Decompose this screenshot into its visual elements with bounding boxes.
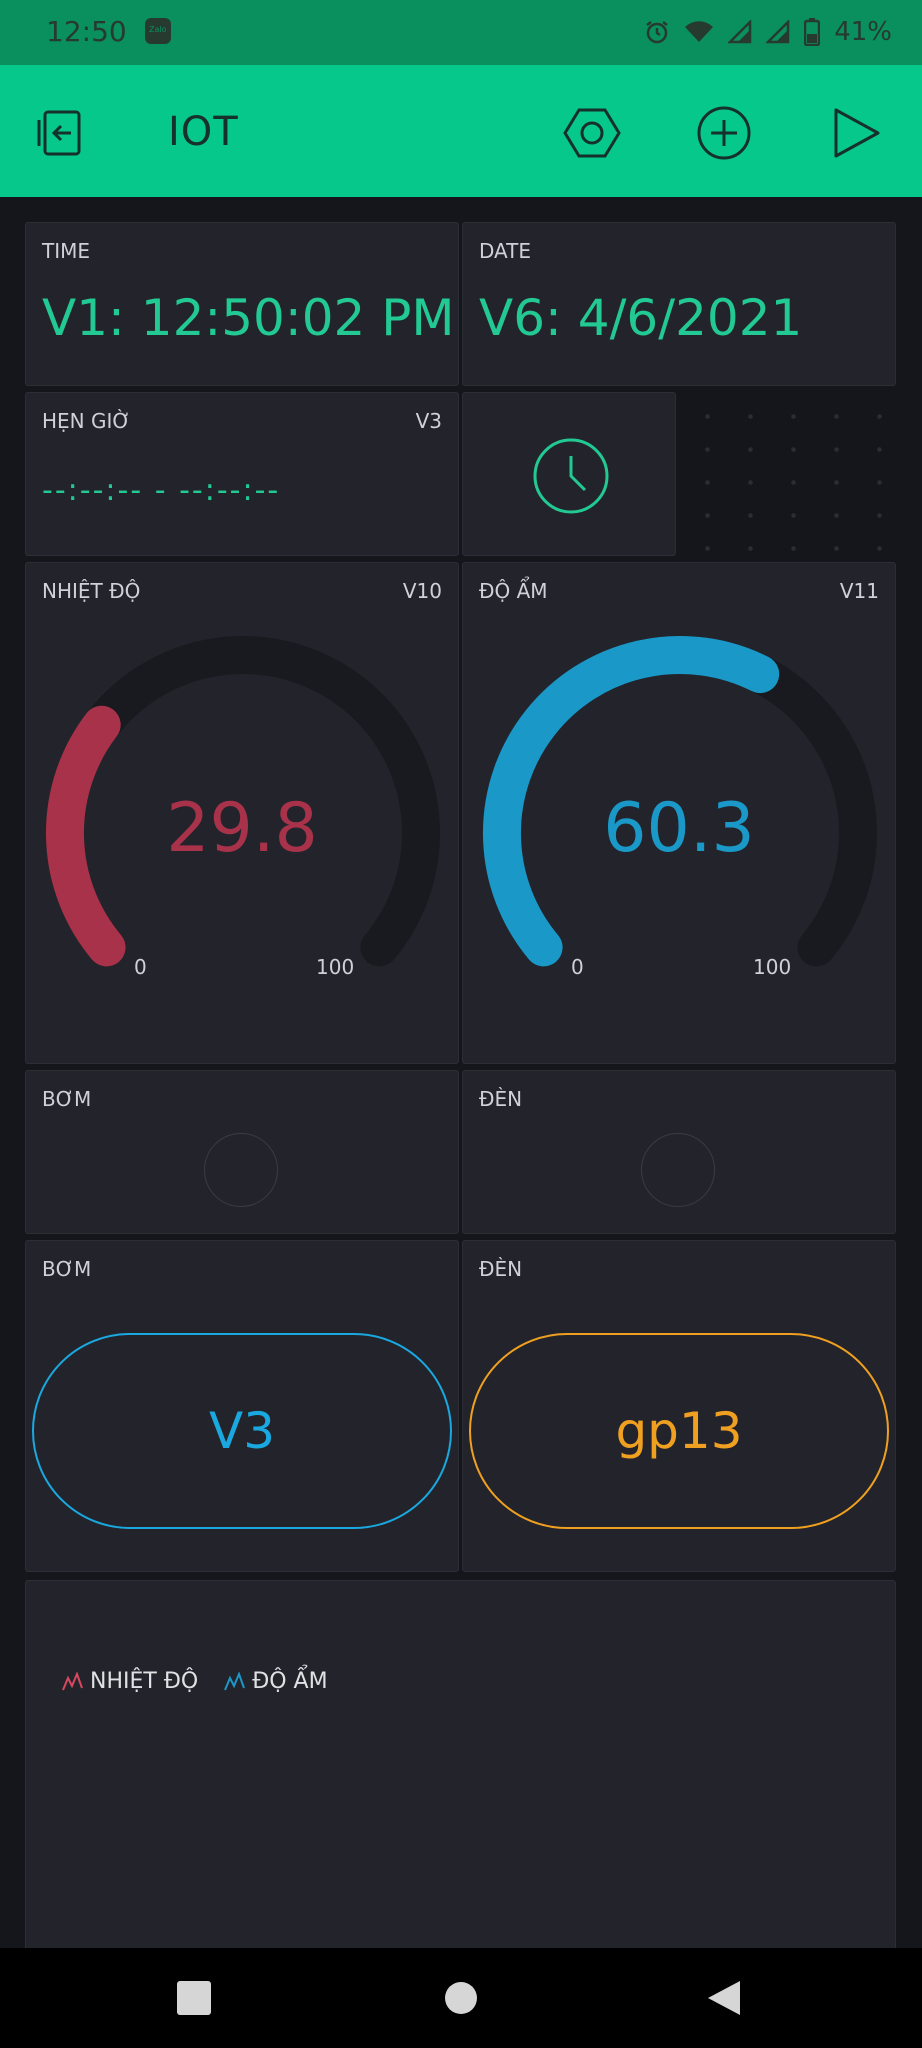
pump-button-widget: BƠM V3 <box>25 1240 459 1572</box>
light-led-widget[interactable]: ĐÈN <box>462 1070 896 1234</box>
line-chart-icon <box>62 1671 83 1690</box>
clock-icon <box>533 438 609 514</box>
light-toggle-button[interactable]: gp13 <box>469 1333 889 1529</box>
superchart-widget[interactable]: NHIỆT ĐỘ ĐỘ ẨM <box>25 1580 896 1960</box>
app-bar: IOT <box>0 65 922 197</box>
battery-icon <box>804 18 821 46</box>
back-button[interactable] <box>700 1974 748 2022</box>
widget-label: TIME <box>42 239 91 263</box>
widget-label: BƠM <box>42 1087 92 1111</box>
legend-label: ĐỘ ẨM <box>252 1669 328 1694</box>
empty-grid-area <box>680 392 896 557</box>
pump-toggle-button[interactable]: V3 <box>32 1333 452 1529</box>
humidity-value: 60.3 <box>603 789 755 868</box>
widget-label: ĐÈN <box>479 1257 523 1281</box>
legend-item-temperature[interactable]: NHIỆT ĐỘ <box>62 1669 198 1694</box>
home-button[interactable] <box>437 1974 485 2022</box>
temperature-gauge-widget[interactable]: NHIỆT ĐỘ V10 29.8 0 100 <box>25 562 459 1064</box>
status-bar: 12:50 Zalo 41% <box>0 0 922 65</box>
light-led-indicator <box>641 1133 715 1207</box>
add-circle-icon <box>697 106 751 160</box>
signal-icon <box>766 20 790 44</box>
system-nav-bar <box>0 1948 922 2048</box>
home-icon <box>445 1982 477 2014</box>
light-button-widget: ĐÈN gp13 <box>462 1240 896 1572</box>
gauge-max: 100 <box>316 955 355 979</box>
time-value: V1: 12:50:02 PM <box>42 289 455 347</box>
gauge-max: 100 <box>753 955 792 979</box>
settings-button[interactable] <box>562 103 622 163</box>
exit-icon <box>37 110 81 156</box>
chart-legend: NHIỆT ĐỘ ĐỘ ẨM <box>62 1669 328 1694</box>
rtc-widget[interactable] <box>462 392 676 556</box>
add-widget-button[interactable] <box>694 103 754 163</box>
recents-icon <box>177 1981 211 2015</box>
date-value: V6: 4/6/2021 <box>479 289 803 347</box>
legend-label: NHIỆT ĐỘ <box>90 1669 199 1694</box>
play-button[interactable] <box>826 103 886 163</box>
date-widget[interactable]: DATE V6: 4/6/2021 <box>462 222 896 386</box>
humidity-gauge-widget[interactable]: ĐỘ ẨM V11 60.3 0 100 <box>462 562 896 1064</box>
battery-percent: 41% <box>834 17 892 47</box>
widget-label: DATE <box>479 239 532 263</box>
zalo-notification-icon: Zalo <box>145 18 171 44</box>
gauge-min: 0 <box>134 955 147 979</box>
exit-button[interactable] <box>34 103 94 163</box>
status-time: 12:50 <box>46 15 127 48</box>
gauge-min: 0 <box>571 955 584 979</box>
play-icon <box>834 108 880 158</box>
widget-label: BƠM <box>42 1257 92 1281</box>
widget-pin: V3 <box>415 409 442 433</box>
settings-hex-icon <box>563 108 621 158</box>
legend-item-humidity[interactable]: ĐỘ ẨM <box>224 1669 328 1694</box>
recents-button[interactable] <box>170 1974 218 2022</box>
status-icons: 41% <box>644 14 892 50</box>
timer-widget[interactable]: HẸN GIỜ V3 --:--:-- - --:--:-- <box>25 392 459 556</box>
back-icon <box>708 1981 740 2015</box>
widget-label: HẸN GIỜ <box>42 409 131 433</box>
project-title: IOT <box>168 109 239 155</box>
widget-label: ĐÈN <box>479 1087 523 1111</box>
temperature-value: 29.8 <box>166 789 318 868</box>
time-widget[interactable]: TIME V1: 12:50:02 PM <box>25 222 459 386</box>
signal-icon <box>728 20 752 44</box>
pump-led-widget[interactable]: BƠM <box>25 1070 459 1234</box>
line-chart-icon <box>224 1671 246 1690</box>
alarm-icon <box>646 21 668 44</box>
wifi-icon <box>685 21 714 42</box>
timer-value: --:--:-- - --:--:-- <box>42 473 281 508</box>
pump-led-indicator <box>204 1133 278 1207</box>
